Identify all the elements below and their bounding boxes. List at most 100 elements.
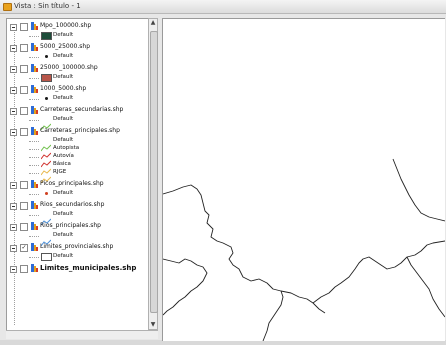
legend-item: Default: [7, 116, 147, 131]
expand-collapse-icon[interactable]: [10, 24, 17, 31]
layer-row[interactable]: Carreteras_principales.shp: [7, 127, 147, 137]
tree-branch-line: [29, 236, 39, 237]
tree-branch-line: [29, 99, 39, 100]
map-canvas[interactable]: [162, 18, 446, 342]
layer-visibility-checkbox[interactable]: [20, 65, 28, 73]
layer-icon: [31, 180, 38, 188]
layer-icon: [31, 22, 38, 30]
layer-row[interactable]: ✓ Limites_provinciales.shp: [7, 243, 147, 253]
layer-name[interactable]: Rios_secundarios.shp: [40, 201, 104, 209]
tree-branch-line: [29, 120, 39, 121]
legend-item: Default: [7, 32, 147, 40]
table-of-contents: Mpo_100000.shp Default 5000_25000.shp Defau…: [6, 18, 156, 332]
expand-collapse-icon[interactable]: [10, 87, 17, 94]
toc-horizontal-scrollbar[interactable]: [6, 330, 158, 339]
layer-icon: [31, 243, 38, 251]
layer-visibility-checkbox[interactable]: [20, 265, 28, 273]
line-symbol-icon: [40, 137, 52, 152]
legend-label: Autovía: [53, 153, 74, 159]
expand-collapse-icon[interactable]: [10, 224, 17, 231]
legend-label: Default: [53, 95, 74, 101]
expand-collapse-icon[interactable]: [10, 266, 17, 273]
legend-label: Default: [53, 32, 74, 38]
expand-collapse-icon[interactable]: [10, 108, 17, 115]
layer-visibility-checkbox[interactable]: ✓: [20, 244, 28, 252]
tree-branch-line: [29, 165, 39, 166]
layer-visibility-checkbox[interactable]: [20, 44, 28, 52]
tree-branch-line: [29, 78, 39, 79]
title-bar: Vista : Sin título - 1: [0, 0, 446, 14]
layer-row[interactable]: Mpo_100000.shp: [7, 22, 147, 32]
layer-name[interactable]: Carreteras_secundarias.shp: [40, 106, 123, 114]
layer-name[interactable]: Rios_principales.shp: [40, 222, 101, 230]
boundary-lines: [162, 158, 446, 342]
layer-name[interactable]: 25000_100000.shp: [40, 64, 98, 72]
line-symbol-icon: [40, 169, 52, 184]
line-symbol-icon: [40, 211, 52, 226]
legend-item: Default: [7, 95, 147, 103]
legend-label: Default: [53, 253, 74, 259]
layer-visibility-checkbox[interactable]: [20, 107, 28, 115]
legend-item: Default: [7, 232, 147, 247]
layer-icon: [31, 201, 38, 209]
layer-name[interactable]: Limites_municipales.shp: [40, 264, 136, 272]
expand-collapse-icon[interactable]: [10, 203, 17, 210]
layer-icon: [31, 43, 38, 51]
layer-row[interactable]: 1000_5000.shp: [7, 85, 147, 95]
line-symbol-icon: [40, 116, 52, 131]
tree-branch-line: [29, 141, 39, 142]
legend-item: Default: [7, 74, 147, 82]
layer-row[interactable]: 25000_100000.shp: [7, 64, 147, 74]
expand-collapse-icon[interactable]: [10, 45, 17, 52]
expand-collapse-icon[interactable]: [10, 66, 17, 73]
layer-row[interactable]: Limites_municipales.shp: [7, 264, 147, 274]
app-window: Vista : Sin título - 1 Mpo_100000.shp Def…: [0, 0, 446, 342]
scroll-thumb[interactable]: [150, 31, 158, 313]
layer-icon: [31, 85, 38, 93]
layer-name[interactable]: Limites_provinciales.shp: [40, 243, 113, 251]
window-title: Vista : Sin título - 1: [14, 2, 81, 10]
layer-visibility-checkbox[interactable]: [20, 86, 28, 94]
layer-name[interactable]: 1000_5000.shp: [40, 85, 86, 93]
layer-name[interactable]: Mpo_100000.shp: [40, 22, 91, 30]
scroll-down-icon[interactable]: ▼: [149, 321, 157, 329]
legend-label: Default: [53, 137, 74, 143]
expand-collapse-icon[interactable]: [10, 182, 17, 189]
layer-row[interactable]: Rios_secundarios.shp: [7, 201, 147, 211]
expand-collapse-icon[interactable]: [10, 129, 17, 136]
tree-branch-line: [29, 173, 39, 174]
layer-visibility-checkbox[interactable]: [20, 23, 28, 31]
layer-row[interactable]: 5000_25000.shp: [7, 43, 147, 53]
scroll-up-icon[interactable]: ▲: [149, 19, 157, 27]
legend-label: Default: [53, 74, 74, 80]
layer-row[interactable]: Rios_principales.shp: [7, 222, 147, 232]
layer-visibility-checkbox[interactable]: [20, 128, 28, 136]
tree-branch-line: [29, 36, 39, 37]
legend-label: Autopista: [53, 145, 80, 151]
point-symbol-icon: [45, 192, 48, 195]
expand-collapse-icon[interactable]: [10, 245, 17, 252]
layer-icon: [31, 127, 38, 135]
layer-visibility-checkbox[interactable]: [20, 181, 28, 189]
layer-visibility-checkbox[interactable]: [20, 202, 28, 210]
legend-item: Default: [7, 253, 147, 261]
layer-row[interactable]: Carreteras_secundarias.shp: [7, 106, 147, 116]
line-symbol-icon: [40, 232, 52, 247]
legend-item: Default: [7, 211, 147, 226]
legend-item: Default: [7, 53, 147, 61]
toc-vertical-scrollbar[interactable]: ▲ ▼: [148, 18, 158, 330]
layer-name[interactable]: Carreteras_principales.shp: [40, 127, 120, 135]
line-symbol-icon: [40, 145, 52, 160]
layer-name[interactable]: 5000_25000.shp: [40, 43, 90, 51]
fill-symbol-icon: [41, 253, 52, 261]
view-icon: [3, 3, 12, 11]
legend-item: RJGE: [7, 169, 147, 184]
legend-item: Default: [7, 137, 147, 152]
layer-name[interactable]: Picos_principales.shp: [40, 180, 104, 188]
legend-item: Básica: [7, 161, 147, 176]
tree-branch-line: [29, 57, 39, 58]
legend-label: Básica: [53, 161, 71, 167]
layer-row[interactable]: Picos_principales.shp: [7, 180, 147, 190]
layer-visibility-checkbox[interactable]: [20, 223, 28, 231]
tree-branch-line: [29, 149, 39, 150]
